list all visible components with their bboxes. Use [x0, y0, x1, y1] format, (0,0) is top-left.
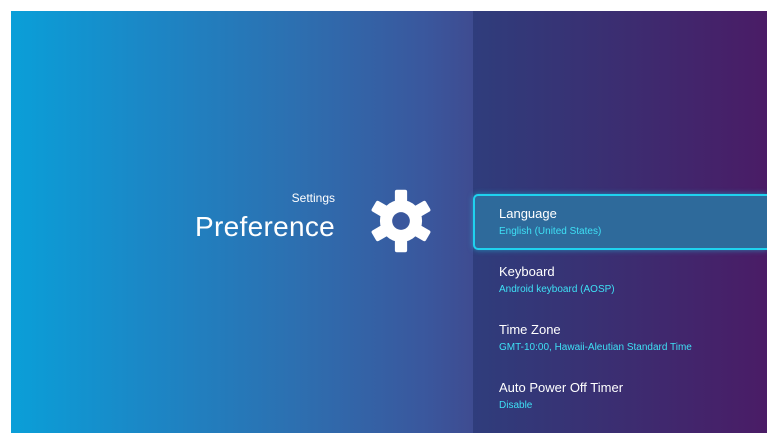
menu-item-label: Language	[499, 206, 557, 221]
breadcrumb: Settings	[291, 191, 335, 205]
header-panel: Settings Preference	[11, 11, 473, 433]
menu-item-language[interactable]: Language English (United States)	[473, 194, 767, 250]
menu-item-time-zone[interactable]: Time Zone GMT-10:00, Hawaii-Aleutian Sta…	[473, 310, 767, 366]
menu-item-auto-power-off-timer[interactable]: Auto Power Off Timer Disable	[473, 368, 767, 424]
menu-item-label: Auto Power Off Timer	[499, 380, 624, 395]
page-title: Preference	[195, 211, 335, 242]
settings-screen: Settings Preference Language English (Un…	[11, 11, 767, 433]
menu-item-label: Time Zone	[499, 322, 561, 337]
heading-block: Settings Preference	[195, 191, 335, 243]
menu-item-value: GMT-10:00, Hawaii-Aleutian Standard Time	[499, 342, 692, 353]
preference-menu: Language English (United States) Keyboar…	[473, 194, 767, 426]
menu-item-value: Android keyboard (AOSP)	[499, 284, 615, 295]
menu-item-value: Disable	[499, 400, 533, 411]
gear-icon	[371, 189, 431, 253]
menu-item-keyboard[interactable]: Keyboard Android keyboard (AOSP)	[473, 252, 767, 308]
menu-panel: Language English (United States) Keyboar…	[473, 11, 767, 433]
menu-item-value: English (United States)	[499, 226, 602, 237]
menu-item-label: Keyboard	[499, 264, 555, 279]
